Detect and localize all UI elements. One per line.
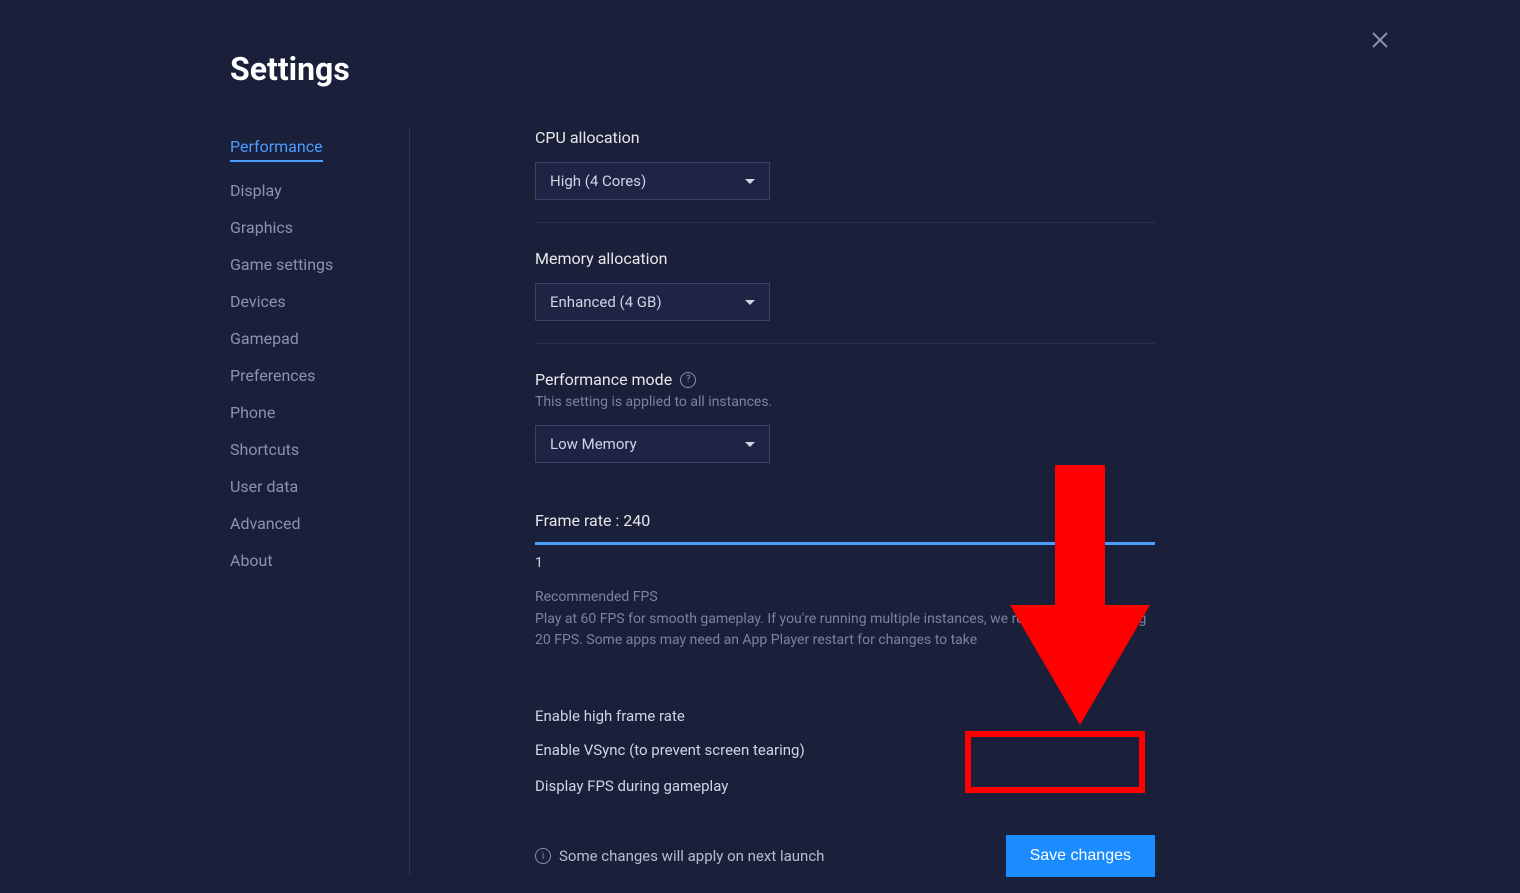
memory-allocation-label: Memory allocation [535,249,1155,268]
recommended-fps-text: Play at 60 FPS for smooth gameplay. If y… [535,609,1155,651]
cpu-allocation-dropdown[interactable]: High (4 Cores) [535,162,770,200]
sidebar: Performance Display Graphics Game settin… [230,128,410,877]
sidebar-item-preferences[interactable]: Preferences [230,357,379,394]
chevron-down-icon [745,179,755,184]
sidebar-item-game-settings[interactable]: Game settings [230,246,379,283]
display-fps-label: Display FPS during gameplay [535,777,728,795]
cpu-allocation-value: High (4 Cores) [550,172,646,190]
frame-rate-min: 1 [535,555,1155,571]
high-frame-rate-label: Enable high frame rate [535,707,685,725]
sidebar-item-graphics[interactable]: Graphics [230,209,379,246]
close-button[interactable] [1370,30,1390,50]
save-changes-button[interactable]: Save changes [1006,835,1155,877]
recommended-fps-title: Recommended FPS [535,589,1155,605]
info-icon: i [535,848,551,864]
performance-mode-label: Performance mode ? [535,370,1155,389]
sidebar-item-about[interactable]: About [230,542,379,579]
chevron-down-icon [745,442,755,447]
help-icon[interactable]: ? [680,372,696,388]
sidebar-item-display[interactable]: Display [230,172,379,209]
sidebar-item-shortcuts[interactable]: Shortcuts [230,431,379,468]
footer-note: i Some changes will apply on next launch [535,847,824,865]
main-panel: CPU allocation High (4 Cores) Memory all… [535,128,1155,877]
performance-mode-dropdown[interactable]: Low Memory [535,425,770,463]
sidebar-item-performance[interactable]: Performance [230,128,323,162]
cpu-allocation-label: CPU allocation [535,128,1155,147]
frame-rate-label: Frame rate : 240 [535,511,1155,530]
sidebar-item-devices[interactable]: Devices [230,283,379,320]
performance-mode-hint: This setting is applied to all instances… [535,394,1155,410]
performance-mode-value: Low Memory [550,435,637,453]
chevron-down-icon [745,300,755,305]
page-title: Settings [230,50,1520,88]
memory-allocation-value: Enhanced (4 GB) [550,293,662,311]
vsync-label: Enable VSync (to prevent screen tearing) [535,741,805,759]
sidebar-item-user-data[interactable]: User data [230,468,379,505]
sidebar-item-phone[interactable]: Phone [230,394,379,431]
sidebar-item-gamepad[interactable]: Gamepad [230,320,379,357]
sidebar-item-advanced[interactable]: Advanced [230,505,379,542]
frame-rate-slider[interactable] [535,542,1155,545]
memory-allocation-dropdown[interactable]: Enhanced (4 GB) [535,283,770,321]
